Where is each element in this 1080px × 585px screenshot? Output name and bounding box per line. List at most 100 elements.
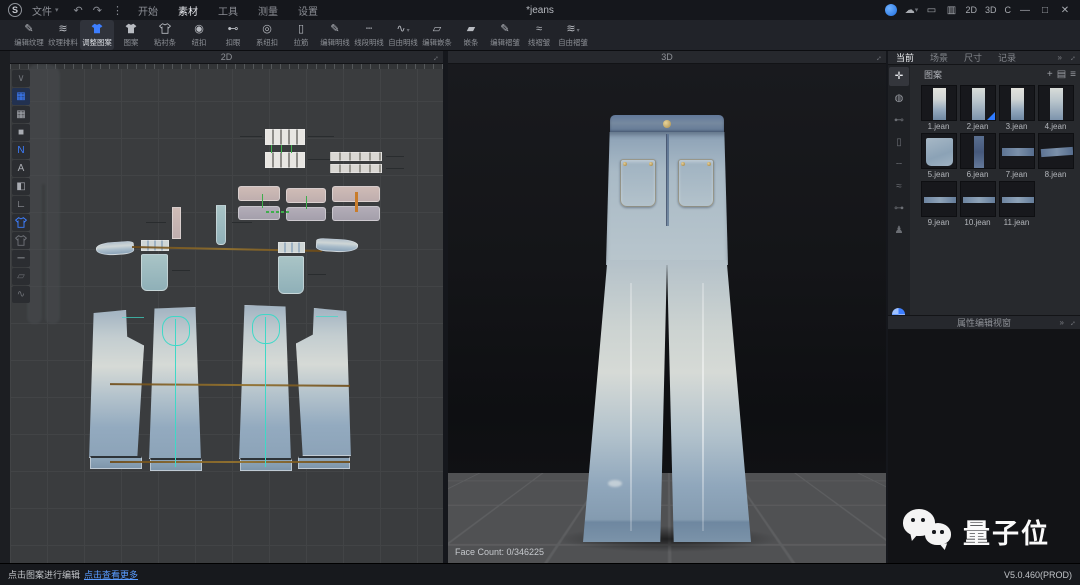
tab-scene[interactable]: 场景 [922, 51, 956, 64]
thumbnail-8jean[interactable]: 8.jean [1037, 133, 1074, 179]
thumbnail-11jean[interactable]: 11.jean [998, 181, 1035, 227]
view-3d-button[interactable]: 3D [982, 5, 1000, 15]
tool-piping[interactable]: ▰ 嵌条 [454, 20, 488, 50]
thumbnail-1jean[interactable]: 1.jean [920, 85, 957, 131]
jeans-3d-model[interactable] [448, 64, 886, 563]
pattern-piece-pocket[interactable] [278, 256, 304, 294]
tool-texture-nesting[interactable]: ≋ 纹理排料 [46, 20, 80, 50]
status-more-link[interactable]: 点击查看更多 [84, 568, 138, 581]
minimize-button[interactable]: — [1016, 1, 1034, 19]
fullscreen-view-button[interactable]: ▭ [922, 1, 940, 19]
pattern-piece-waistband-strip[interactable] [278, 242, 305, 253]
cloud-sync-button[interactable]: ☁▾ [902, 1, 920, 19]
eye-tool-icon[interactable]: ⊶ [889, 199, 909, 218]
tab-current[interactable]: 当前 [888, 51, 922, 64]
expand-panel-icon[interactable]: ↔ [1066, 51, 1078, 63]
panel-2d-header[interactable]: 2D ↔ [10, 51, 443, 64]
grid-icon[interactable]: ▦ [12, 106, 30, 123]
expand-3d-icon[interactable]: ↔ [872, 51, 884, 63]
grid-view-button[interactable]: ▤ [1057, 69, 1066, 80]
menu-settings[interactable]: 设置 [288, 0, 328, 20]
half-tone-icon[interactable]: ◧ [12, 178, 30, 195]
tool-edit-shirring[interactable]: ✎ 编辑褶皱 [488, 20, 522, 50]
tool-fusible-tape[interactable]: 粘衬条 [148, 20, 182, 50]
add-pattern-button[interactable]: + [1047, 69, 1053, 80]
pattern-piece-pant-back-right[interactable] [296, 308, 352, 456]
avatar-tool-icon[interactable]: ♟ [889, 221, 909, 240]
sync-view-button[interactable]: C [1002, 5, 1015, 15]
pattern-piece-waistband-curve[interactable] [96, 241, 135, 257]
expand-2d-icon[interactable]: ↔ [429, 51, 441, 63]
pattern-piece-strip[interactable] [330, 152, 382, 161]
left-collapsed-strip[interactable] [0, 51, 10, 563]
pattern-piece-waistband[interactable] [286, 207, 326, 221]
undo-button[interactable]: ↶ [69, 4, 88, 17]
corner-ruler-icon[interactable]: ∟ [12, 196, 30, 213]
pattern-piece-hem[interactable] [240, 458, 292, 471]
viewport-3d-canvas[interactable]: Face Count: 0/346225 [448, 64, 886, 563]
tool-edit-topstitch[interactable]: ✎ 编辑明线 [318, 20, 352, 50]
account-avatar[interactable] [882, 1, 900, 19]
internal-pocket-outline[interactable] [162, 316, 190, 346]
topstitch-tool-icon[interactable]: ┄ [889, 155, 909, 174]
property-editor-header[interactable]: 属性编辑视窗 » ↔ [888, 315, 1080, 330]
menu-file[interactable]: 文件 ▾ [22, 0, 69, 20]
pattern-piece-beltloops-bottom[interactable] [265, 152, 305, 168]
thumbnail-3jean[interactable]: 3.jean [998, 85, 1035, 131]
annotation-a-icon[interactable]: A [12, 160, 30, 177]
thumbnail-4jean[interactable]: 4.jean [1037, 85, 1074, 131]
close-button[interactable]: ✕ [1056, 1, 1074, 19]
texture-checker-icon[interactable]: ▦ [12, 88, 30, 105]
curve-tool-icon[interactable]: ∿ [12, 286, 30, 303]
pattern-piece-strip[interactable] [330, 164, 382, 173]
elastic-tool-icon[interactable]: ▯ [889, 133, 909, 152]
pattern-piece-small-strip[interactable] [172, 207, 181, 239]
list-view-button[interactable]: ≡ [1070, 69, 1076, 80]
fabric-swatch-icon[interactable]: ■ [12, 124, 30, 141]
pattern-2d-canvas[interactable]: ∨ ▦ ▦ ■ N A ◧ ∟ ─ ▱ ∿ [10, 64, 443, 563]
internal-center-line[interactable] [175, 319, 176, 467]
internal-center-line[interactable] [265, 317, 266, 467]
menu-measure[interactable]: 测量 [248, 0, 288, 20]
button-tool-icon[interactable]: ◍ [889, 89, 909, 108]
thumbnail-9jean[interactable]: 9.jean [920, 181, 957, 227]
redo-button[interactable]: ↷ [88, 4, 107, 17]
menu-tools[interactable]: 工具 [208, 0, 248, 20]
tool-line-shirring[interactable]: ≈ 线褶皱 [522, 20, 556, 50]
thumbnail-5jean[interactable]: 5.jean [920, 133, 957, 179]
tool-pattern[interactable]: 图案 [114, 20, 148, 50]
thumbnail-10jean[interactable]: 10.jean [959, 181, 996, 227]
tab-history[interactable]: 记录 [990, 51, 1024, 64]
thumbnail-2jean[interactable]: 2.jean [959, 85, 996, 131]
shirring-tool-icon[interactable]: ≈ [889, 177, 909, 196]
tab-size[interactable]: 尺寸 [956, 51, 990, 64]
garment-outline-icon[interactable] [12, 214, 30, 231]
tool-edit-piping[interactable]: ▱ 编辑嵌条 [420, 20, 454, 50]
split-view-button[interactable]: ▥ [942, 1, 960, 19]
tool-edit-texture[interactable]: ✎ 编辑纹理 [12, 20, 46, 50]
pattern-tool-icon[interactable]: ✛ [889, 67, 909, 86]
maximize-button[interactable]: □ [1036, 1, 1054, 19]
buttonhole-tool-icon[interactable]: ⊷ [889, 111, 909, 130]
menu-material[interactable]: 素材 [168, 0, 208, 20]
thumbnail-7jean[interactable]: 7.jean [998, 133, 1035, 179]
tool-fasten-button[interactable]: ◎ 系纽扣 [250, 20, 284, 50]
more-actions-icon[interactable]: ⋮ [107, 4, 128, 17]
expand-property-icon[interactable]: ↔ [1066, 316, 1078, 328]
panel-3d-header[interactable]: 3D ↔ [448, 51, 886, 64]
thumbnail-6jean[interactable]: 6.jean [959, 133, 996, 179]
pattern-piece-waistband[interactable] [238, 206, 280, 220]
tool-free-topstitch[interactable]: ∿▾ 自由明线 [386, 20, 420, 50]
menu-start[interactable]: 开始 [128, 0, 168, 20]
garment-icon[interactable] [12, 232, 30, 249]
tool-adjust-pattern[interactable]: 调整图案 [80, 20, 114, 50]
tool-elastic[interactable]: ▯ 拉筋 [284, 20, 318, 50]
view-2d-button[interactable]: 2D [962, 5, 980, 15]
collapse-panel-icon[interactable]: » [1058, 53, 1062, 62]
pattern-piece-beltloops-top[interactable] [265, 129, 305, 145]
app-logo-icon[interactable]: S [8, 3, 22, 17]
tool-free-shirring[interactable]: ≋▾ 自由褶皱 [556, 20, 590, 50]
normal-map-icon[interactable]: N [12, 142, 30, 159]
pattern-piece-pocket[interactable] [141, 254, 168, 291]
seam-line-icon[interactable]: ─ [12, 250, 30, 267]
